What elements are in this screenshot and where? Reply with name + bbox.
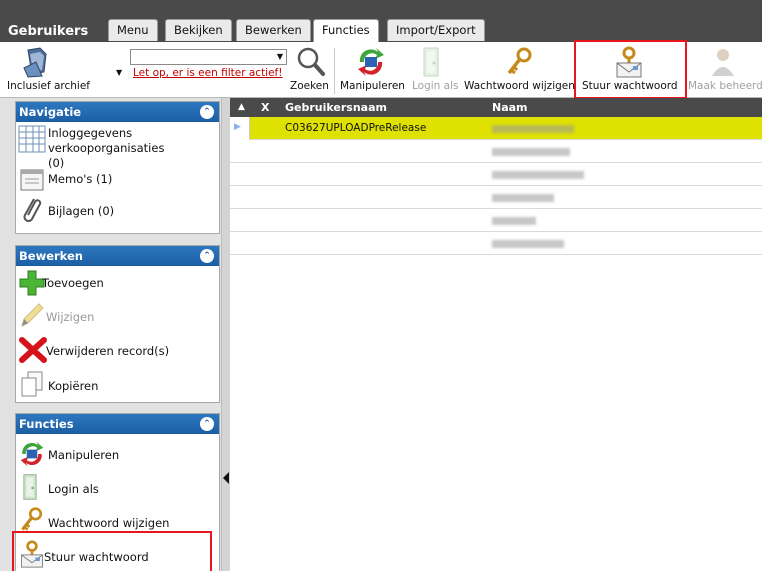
collapse-icon[interactable]: ⌃	[200, 249, 214, 263]
nav-item-label: Memo's (1)	[48, 172, 113, 186]
filter-select[interactable]: ▼	[130, 49, 287, 65]
blurred-name-cell	[492, 171, 584, 179]
collapse-icon[interactable]: ⌃	[200, 417, 214, 431]
highlight-box	[12, 531, 212, 571]
data-grid: ▲ X Gebruikersnaam Naam ▶ C03627UPLOADPr…	[230, 98, 762, 571]
change-password-button-label[interactable]: Wachtwoord wijzigen	[464, 80, 575, 92]
column-header-username[interactable]: Gebruikersnaam	[285, 101, 387, 114]
filter-warning-link[interactable]: Let op, er is een filter actief!	[133, 67, 282, 79]
tab-bewerken[interactable]: Bewerken	[236, 19, 311, 41]
column-header-name[interactable]: Naam	[492, 101, 528, 114]
manipulate-button-label[interactable]: Manipuleren	[340, 80, 405, 92]
sidebar-splitter[interactable]	[221, 98, 230, 571]
user-icon	[710, 46, 736, 81]
tab-bekijken[interactable]: Bekijken	[165, 19, 232, 41]
copy-icon	[18, 370, 46, 401]
blurred-name-cell	[492, 148, 570, 156]
paperclip-icon	[18, 196, 46, 227]
include-archive-label[interactable]: Inclusief archief	[7, 80, 90, 92]
search-icon[interactable]	[296, 46, 326, 81]
table-row[interactable]	[230, 163, 762, 186]
table-row[interactable]	[230, 209, 762, 232]
panel-title: Navigatie	[19, 105, 82, 119]
table-row[interactable]	[230, 140, 762, 163]
panel-navigation: Navigatie ⌃ Inloggegevens verkooporganis…	[15, 101, 220, 234]
make-admin-button-label: Maak beheerde	[688, 80, 762, 92]
tab-functies[interactable]: Functies	[313, 19, 379, 44]
archive-icon[interactable]	[22, 46, 52, 81]
edit-item-label: Wijzigen	[46, 310, 95, 324]
table-row[interactable]: ▶ C03627UPLOADPreRelease	[230, 117, 762, 140]
row-selector[interactable]: ▶	[230, 117, 250, 140]
table-row[interactable]	[230, 186, 762, 209]
app-window: Gebruikers Menu Bekijken Bewerken Functi…	[0, 0, 762, 571]
blurred-name-cell	[492, 240, 564, 248]
nav-item-label: Inloggegevens verkooporganisaties (0)	[48, 126, 165, 170]
tab-import-export[interactable]: Import/Export	[387, 19, 485, 41]
panel-functions-header[interactable]: Functies ⌃	[16, 414, 219, 434]
collapse-icon[interactable]: ⌃	[200, 105, 214, 119]
top-bar: Gebruikers Menu Bekijken Bewerken Functi…	[0, 0, 762, 44]
collapse-arrow-icon[interactable]	[223, 472, 229, 484]
column-header-x[interactable]: X	[261, 101, 269, 114]
nav-item-label: Bijlagen (0)	[48, 204, 115, 218]
function-item-label: Manipuleren	[48, 448, 120, 462]
toolbar-separator	[334, 48, 335, 94]
blurred-name-cell	[492, 194, 554, 202]
edit-item-label: Kopiëren	[48, 379, 99, 393]
sidebar: Navigatie ⌃ Inloggegevens verkooporganis…	[0, 98, 228, 571]
blurred-name-cell	[492, 125, 574, 133]
grid-header: ▲ X Gebruikersnaam Naam	[230, 98, 762, 117]
login-as-icon	[18, 473, 42, 504]
manipulate-icon	[18, 440, 46, 471]
memo-icon	[18, 168, 46, 195]
chevron-down-icon: ▼	[276, 52, 283, 61]
pencil-icon	[18, 300, 46, 331]
login-as-icon	[418, 46, 444, 81]
manipulate-icon[interactable]	[356, 46, 386, 81]
panel-title: Functies	[19, 417, 74, 431]
panel-edit: Bewerken ⌃ Toevoegen Wijzigen Verwijdere…	[15, 245, 220, 403]
key-icon[interactable]	[505, 46, 535, 81]
panel-title: Bewerken	[19, 249, 83, 263]
delete-x-icon	[18, 336, 48, 367]
panel-navigation-header[interactable]: Navigatie ⌃	[16, 102, 219, 122]
username-cell: C03627UPLOADPreRelease	[285, 122, 427, 134]
chevron-down-icon[interactable]: ▼	[116, 68, 122, 77]
tab-menu[interactable]: Menu	[108, 19, 158, 41]
sort-arrow-icon[interactable]: ▲	[238, 102, 245, 112]
app-title: Gebruikers	[8, 24, 89, 39]
search-button-label[interactable]: Zoeken	[290, 80, 329, 92]
function-item-label: Wachtwoord wijzigen	[48, 516, 170, 530]
table-icon	[18, 125, 46, 156]
login-as-button-label: Login als	[412, 80, 459, 92]
highlight-box	[574, 40, 687, 99]
edit-item-label: Verwijderen record(s)	[46, 344, 170, 358]
panel-edit-header[interactable]: Bewerken ⌃	[16, 246, 219, 266]
row-pointer-icon: ▶	[234, 122, 241, 132]
table-row[interactable]	[230, 232, 762, 255]
edit-item-label: Toevoegen	[42, 276, 104, 290]
function-item-label: Login als	[48, 482, 99, 496]
blurred-name-cell	[492, 217, 536, 225]
